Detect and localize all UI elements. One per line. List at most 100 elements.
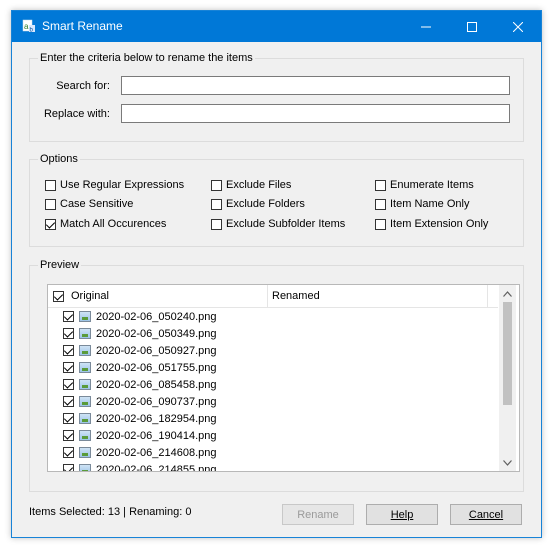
scroll-thumb[interactable]: [503, 302, 512, 405]
smart-rename-window: a b Smart Rename Enter the criteria belo…: [11, 10, 542, 538]
original-name: 2020-02-06_050927.png: [96, 344, 217, 357]
svg-text:a: a: [24, 22, 29, 31]
image-file-icon: [79, 430, 91, 441]
app-icon: a b: [22, 19, 35, 33]
chevron-down-icon: [503, 459, 512, 466]
image-file-icon: [79, 328, 91, 339]
checkbox-label: Use Regular Expressions: [60, 179, 185, 191]
checkbox-box: [211, 218, 222, 230]
exclude-subfolder-checkbox[interactable]: Exclude Subfolder Items: [211, 218, 345, 230]
list-item[interactable]: 2020-02-06_085458.png: [48, 376, 217, 393]
checkbox-box: [53, 290, 64, 302]
list-item[interactable]: 2020-02-06_050349.png: [48, 325, 217, 342]
checkbox-box: [45, 179, 56, 191]
checkbox-box[interactable]: [63, 413, 74, 424]
replace-label: Replace with:: [43, 108, 110, 120]
match-all-checkbox[interactable]: Match All Occurences: [45, 218, 166, 230]
maximize-icon: [467, 21, 477, 32]
image-file-icon: [79, 396, 91, 407]
minimize-button[interactable]: [403, 11, 449, 42]
checkbox-label: Exclude Folders: [226, 198, 305, 210]
image-file-icon: [79, 413, 91, 424]
image-file-icon: [79, 362, 91, 373]
original-name: 2020-02-06_051755.png: [96, 361, 217, 374]
image-file-icon: [79, 345, 91, 356]
checkbox-box: [375, 198, 386, 210]
list-header: Original Renamed: [48, 285, 498, 308]
list-item[interactable]: 2020-02-06_214855.png: [48, 461, 217, 472]
vertical-scrollbar[interactable]: [499, 285, 516, 471]
checkbox-box[interactable]: [63, 447, 74, 458]
checkbox-box[interactable]: [63, 311, 74, 322]
original-name: 2020-02-06_090737.png: [96, 395, 217, 408]
list-item[interactable]: 2020-02-06_051755.png: [48, 359, 217, 376]
exclude-folders-checkbox[interactable]: Exclude Folders: [211, 198, 305, 210]
list-item[interactable]: 2020-02-06_182954.png: [48, 410, 217, 427]
image-file-icon: [79, 447, 91, 458]
scroll-down-button[interactable]: [499, 454, 516, 471]
preview-list[interactable]: Original Renamed 2020-02-06_050240.png 2…: [47, 284, 520, 472]
checkbox-label: Case Sensitive: [60, 198, 134, 210]
list-item[interactable]: 2020-02-06_050927.png: [48, 342, 217, 359]
item-name-only-checkbox[interactable]: Item Name Only: [375, 198, 469, 210]
minimize-icon: [421, 26, 431, 27]
enumerate-items-checkbox[interactable]: Enumerate Items: [375, 179, 474, 191]
checkbox-box[interactable]: [63, 379, 74, 390]
list-item[interactable]: 2020-02-06_090737.png: [48, 393, 217, 410]
rename-button[interactable]: Rename: [282, 504, 354, 525]
checkbox-box[interactable]: [63, 464, 74, 471]
close-button[interactable]: [495, 11, 541, 42]
rename-button-label: Rename: [297, 508, 339, 521]
help-button[interactable]: Help: [366, 504, 438, 525]
status-text: Items Selected: 13 | Renaming: 0: [29, 506, 192, 518]
checkbox-box: [375, 218, 386, 230]
title-bar[interactable]: a b Smart Rename: [12, 11, 541, 42]
case-sensitive-checkbox[interactable]: Case Sensitive: [45, 198, 133, 210]
list-item[interactable]: 2020-02-06_050240.png: [48, 308, 217, 325]
checkbox-box[interactable]: [63, 362, 74, 373]
replace-input[interactable]: [121, 104, 510, 123]
select-all-checkbox[interactable]: [53, 285, 68, 307]
window-title: Smart Rename: [42, 19, 123, 33]
column-original[interactable]: Original: [71, 285, 109, 307]
list-item[interactable]: 2020-02-06_190414.png: [48, 427, 217, 444]
checkbox-box[interactable]: [63, 328, 74, 339]
checkbox-label: Enumerate Items: [390, 179, 474, 191]
image-file-icon: [79, 379, 91, 390]
checkbox-label: Exclude Subfolder Items: [226, 218, 346, 230]
exclude-files-checkbox[interactable]: Exclude Files: [211, 179, 291, 191]
cancel-button[interactable]: Cancel: [450, 504, 522, 525]
original-name: 2020-02-06_182954.png: [96, 412, 217, 425]
original-name: 2020-02-06_050349.png: [96, 327, 217, 340]
image-file-icon: [79, 311, 91, 322]
original-name: 2020-02-06_214608.png: [96, 446, 217, 459]
chevron-up-icon: [503, 290, 512, 297]
criteria-group: Enter the criteria below to rename the i…: [29, 52, 524, 142]
checkbox-box: [211, 179, 222, 191]
cancel-button-label: Cancel: [468, 508, 504, 521]
search-label: Search for:: [56, 80, 110, 92]
column-renamed[interactable]: Renamed: [272, 285, 320, 307]
criteria-group-label: Enter the criteria below to rename the i…: [38, 52, 255, 64]
column-divider[interactable]: [267, 285, 268, 307]
scroll-up-button[interactable]: [499, 285, 516, 302]
checkbox-box[interactable]: [63, 345, 74, 356]
original-name: 2020-02-06_050240.png: [96, 310, 217, 323]
checkbox-box[interactable]: [63, 430, 74, 441]
preview-group-label: Preview: [38, 259, 82, 271]
options-group-label: Options: [38, 153, 80, 165]
column-divider[interactable]: [487, 285, 488, 307]
original-name: 2020-02-06_190414.png: [96, 429, 217, 442]
checkbox-label: Match All Occurences: [60, 218, 167, 230]
column-original-label: Original: [71, 290, 109, 302]
list-item[interactable]: 2020-02-06_214608.png: [48, 444, 217, 461]
checkbox-box[interactable]: [63, 396, 74, 407]
item-extension-only-checkbox[interactable]: Item Extension Only: [375, 218, 488, 230]
use-regex-checkbox[interactable]: Use Regular Expressions: [45, 179, 184, 191]
original-name: 2020-02-06_214855.png: [96, 463, 217, 472]
maximize-button[interactable]: [449, 11, 495, 42]
checkbox-box: [45, 198, 56, 210]
checkbox-label: Item Extension Only: [390, 218, 489, 230]
search-input[interactable]: [121, 76, 510, 95]
checkbox-label: Item Name Only: [390, 198, 470, 210]
